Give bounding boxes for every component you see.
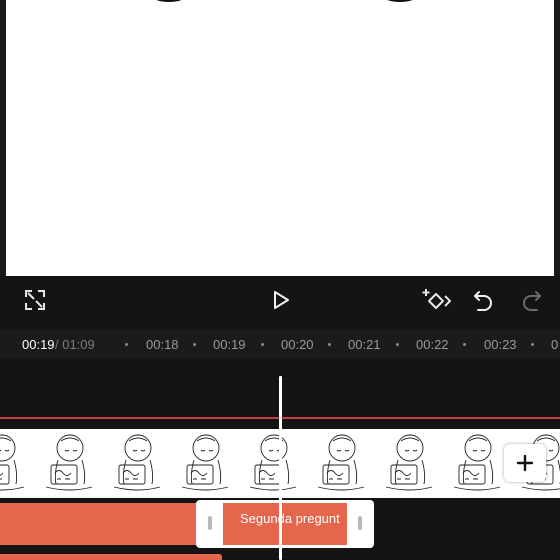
- ruler-tick: 00:18: [146, 337, 179, 352]
- video-thumbnail: [249, 434, 297, 491]
- ruler-dot: [396, 343, 399, 346]
- ruler-tick: 00:23: [484, 337, 517, 352]
- ruler-tick: 00:20: [281, 337, 314, 352]
- video-thumbnail: [45, 434, 93, 491]
- video-thumbnail: [0, 434, 25, 491]
- preview-canvas[interactable]: [6, 0, 554, 276]
- ruler-tick: 00:22: [416, 337, 449, 352]
- text-clip[interactable]: [0, 503, 197, 545]
- video-thumbnail: [113, 434, 161, 491]
- keyframe-button[interactable]: [420, 284, 452, 316]
- time-ruler[interactable]: 00:19 / 01:09 00:18 00:19 00:20 00:21 00…: [0, 330, 560, 358]
- ruler-dot: [193, 343, 196, 346]
- keyframe-add-icon: [422, 289, 451, 309]
- video-thumbnail: [385, 434, 433, 491]
- add-clip-button[interactable]: [504, 444, 546, 482]
- ruler-dot: [328, 343, 331, 346]
- fullscreen-button[interactable]: [19, 284, 51, 316]
- text-clip[interactable]: [0, 554, 222, 560]
- play-button[interactable]: [265, 284, 297, 316]
- character-outline: [151, 0, 187, 2]
- redo-button[interactable]: [516, 284, 548, 316]
- redo-icon: [523, 291, 541, 311]
- ruler-dot: [463, 343, 466, 346]
- undo-button[interactable]: [467, 284, 499, 316]
- trim-handle-left[interactable]: [208, 516, 212, 530]
- character-outline: [382, 0, 418, 2]
- trim-handle-right[interactable]: [358, 516, 362, 530]
- expand-icon: [25, 290, 45, 310]
- plus-icon: [516, 454, 534, 472]
- video-thumbnail: [181, 434, 229, 491]
- ruler-tick: 00:19: [213, 337, 246, 352]
- ruler-dot: [125, 343, 128, 346]
- ruler-tick: 00:21: [348, 337, 381, 352]
- player-controls: [0, 276, 560, 328]
- text-clip-label: Segunda pregunt: [240, 511, 340, 526]
- playhead[interactable]: [279, 376, 282, 560]
- total-duration: / 01:09: [55, 337, 95, 352]
- text-clip-body[interactable]: Segunda pregunt: [223, 503, 347, 545]
- ruler-dot: [261, 343, 264, 346]
- video-thumbnail: [453, 434, 501, 491]
- ruler-dot: [531, 343, 534, 346]
- video-editor: 00:19 / 01:09 00:18 00:19 00:20 00:21 00…: [0, 0, 560, 560]
- current-time: 00:19: [22, 337, 55, 352]
- preview-area: [0, 0, 560, 276]
- ruler-tick: 0: [551, 337, 559, 352]
- undo-icon: [474, 291, 492, 311]
- play-icon: [274, 291, 289, 309]
- video-thumbnail: [317, 434, 365, 491]
